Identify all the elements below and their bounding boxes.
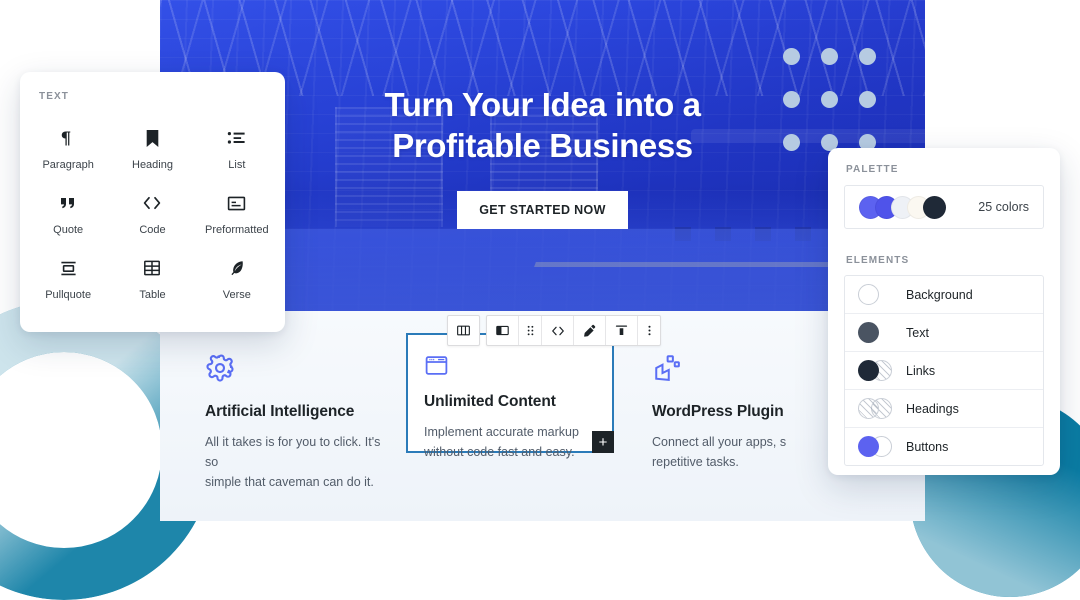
columns-block-icon[interactable] (448, 316, 479, 345)
hero-title-line-2: Profitable Business (392, 127, 693, 164)
paintbrush-icon[interactable] (574, 316, 606, 345)
panel-section-label-elements: ELEMENTS (846, 255, 910, 266)
block-toolbar-group-actions (486, 315, 661, 346)
feature-description-line-1: Implement accurate markup (424, 425, 579, 439)
swatch-circle (858, 284, 879, 305)
swatch-circle (858, 360, 879, 381)
gear-icon (205, 353, 390, 387)
svg-text:¶: ¶ (60, 129, 71, 148)
plugin-blocks-icon (652, 353, 837, 387)
element-label: Buttons (906, 439, 949, 454)
elements-list: Background Text Links Headings Buttons (844, 275, 1044, 466)
palette-swatch (923, 195, 946, 219)
feature-description-line-2: simple that caveman can do it. (205, 475, 374, 489)
buttons-color-swatch (858, 436, 892, 457)
drag-handle-icon[interactable] (519, 316, 542, 345)
block-item-table[interactable]: Table (110, 246, 194, 311)
quote-icon (26, 191, 110, 215)
block-item-pullquote[interactable]: Pullquote (26, 246, 110, 311)
block-item-verse[interactable]: Verse (195, 246, 279, 311)
more-options-icon[interactable] (638, 316, 660, 345)
screenshot-stage: Turn Your Idea into a Profitable Busines… (0, 0, 1080, 600)
swatch-circle (858, 322, 879, 343)
align-top-icon[interactable] (606, 316, 638, 345)
element-label: Headings (906, 401, 959, 416)
browser-window-icon (424, 353, 596, 379)
hero-title-line-1: Turn Your Idea into a (384, 86, 701, 123)
get-started-button[interactable]: GET STARTED NOW (457, 191, 628, 229)
block-toolbar-group-type (447, 315, 480, 346)
feature-title: Artificial Intelligence (205, 403, 355, 420)
pullquote-icon (26, 256, 110, 280)
element-row-background[interactable]: Background (845, 276, 1043, 314)
links-color-swatch (858, 360, 892, 381)
feature-card-unlimited-content[interactable]: Unlimited Content Implement accurate mar… (406, 333, 614, 459)
paragraph-pilcrow-icon: ¶ (26, 126, 110, 150)
swatch-circle (858, 398, 879, 419)
feature-description-line-2: without code fast and easy. (424, 445, 575, 459)
feature-description-line-2: repetitive tasks. (652, 455, 739, 469)
feature-description: All it takes is for you to click. It's s… (205, 432, 390, 492)
text-color-swatch (858, 322, 892, 343)
element-row-links[interactable]: Links (845, 352, 1043, 390)
block-item-label: Pullquote (45, 289, 92, 301)
element-label: Links (906, 363, 936, 378)
block-item-paragraph[interactable]: ¶ Paragraph (26, 116, 110, 181)
feature-description-line-1: All it takes is for you to click. It's s… (205, 435, 381, 469)
feature-title: Unlimited Content (424, 393, 556, 410)
element-row-headings[interactable]: Headings (845, 390, 1043, 428)
warehouse-floor-line (534, 262, 866, 267)
feature-description-line-1: Connect all your apps, s (652, 435, 787, 449)
block-item-label: Verse (222, 289, 251, 301)
code-brackets-icon[interactable] (542, 316, 574, 345)
hero-content: Turn Your Idea into a Profitable Busines… (160, 0, 925, 229)
element-row-text[interactable]: Text (845, 314, 1043, 352)
palette-color-count: 25 colors (978, 200, 1029, 214)
media-text-icon[interactable] (487, 316, 519, 345)
feature-title: WordPress Plugin (652, 403, 784, 420)
headings-color-swatch (858, 398, 892, 419)
feature-description: Implement accurate markup without code f… (424, 422, 596, 462)
block-item-label: Table (139, 289, 166, 301)
hero-title: Turn Your Idea into a Profitable Busines… (283, 84, 803, 166)
feature-card-artificial-intelligence[interactable]: Artificial Intelligence All it takes is … (205, 353, 420, 521)
element-label: Background (906, 287, 973, 302)
table-icon (110, 256, 194, 280)
element-row-buttons[interactable]: Buttons (845, 428, 1043, 465)
background-color-swatch (858, 284, 892, 305)
block-item-label: Quote (53, 224, 84, 236)
block-toolbar[interactable] (447, 315, 661, 346)
feature-description: Connect all your apps, s repetitive task… (652, 432, 837, 472)
swatch-circle (858, 436, 879, 457)
verse-feather-icon (195, 256, 279, 280)
add-block-button[interactable]: + (592, 431, 614, 453)
block-item-label: Paragraph (42, 159, 94, 171)
element-label: Text (906, 325, 929, 340)
block-item-quote[interactable]: Quote (26, 181, 110, 246)
